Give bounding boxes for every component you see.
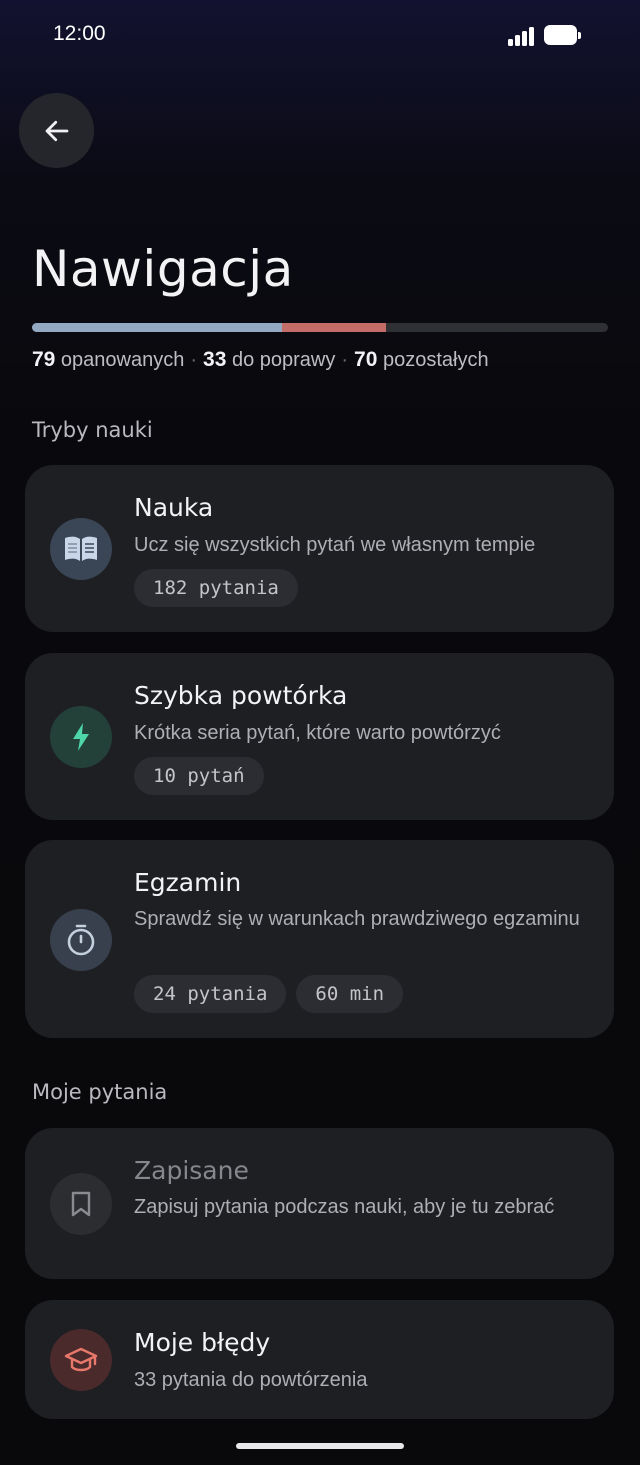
to-improve-label: do poprawy <box>231 349 336 371</box>
my-mistakes-card[interactable]: Moje błędy 33 pytania do powtórzenia <box>25 1300 614 1419</box>
question-count-pill: 10 pytań <box>134 757 264 795</box>
time-limit-pill: 60 min <box>296 975 404 1013</box>
saved-title: Zapisane <box>134 1156 249 1185</box>
remaining-label: pozostałych <box>382 349 489 371</box>
stopwatch-icon <box>50 909 112 971</box>
mastered-label: opanowanych <box>60 349 185 371</box>
bookmark-icon <box>50 1173 112 1235</box>
progress-mastered-segment <box>32 323 283 332</box>
section-title-my-questions: Moje pytania <box>32 1080 168 1104</box>
mode-description: Krótka seria pytań, które warto powtórzy… <box>134 722 501 744</box>
mode-description: Ucz się wszystkich pytań we własnym temp… <box>134 534 536 556</box>
mistakes-title: Moje błędy <box>134 1328 271 1357</box>
book-icon <box>50 518 112 580</box>
home-indicator[interactable] <box>236 1443 404 1449</box>
question-count-pill: 182 pytania <box>134 569 298 607</box>
progress-to-improve-segment <box>282 323 387 332</box>
mode-title: Szybka powtórka <box>134 681 348 710</box>
mode-description: Sprawdź się w warunkach prawdziwego egza… <box>134 908 580 930</box>
mode-card-quick-review[interactable]: Szybka powtórka Krótka seria pytań, któr… <box>25 653 614 820</box>
mastered-count: 79 <box>32 348 56 371</box>
mistakes-description: 33 pytania do powtórzenia <box>134 1369 368 1391</box>
signal-icon <box>508 26 536 46</box>
page-title: Nawigacja <box>32 240 294 298</box>
section-title-study-modes: Tryby nauki <box>32 418 153 442</box>
lightning-icon <box>50 706 112 768</box>
saved-description: Zapisuj pytania podczas nauki, aby je tu… <box>134 1196 555 1218</box>
mode-card-exam[interactable]: Egzamin Sprawdź się w warunkach prawdziw… <box>25 840 614 1038</box>
mode-title: Nauka <box>134 493 214 522</box>
question-count-pill: 24 pytania <box>134 975 287 1013</box>
saved-questions-card[interactable]: Zapisane Zapisuj pytania podczas nauki, … <box>25 1128 614 1279</box>
to-improve-count: 33 <box>203 348 227 371</box>
mode-card-study[interactable]: Nauka Ucz się wszystkich pytań we własny… <box>25 465 614 632</box>
mode-title: Egzamin <box>134 868 242 897</box>
graduation-cap-icon <box>50 1329 112 1391</box>
status-bar: 12:00 <box>0 0 640 70</box>
back-button[interactable] <box>19 93 94 168</box>
progress-bar <box>32 323 608 332</box>
status-time: 12:00 <box>53 22 106 45</box>
progress-stats: 79 opanowanych · 33 do poprawy · 70 pozostał… <box>32 348 489 371</box>
battery-icon <box>544 25 581 45</box>
remaining-count: 70 <box>354 348 378 371</box>
arrow-left-icon <box>45 120 68 141</box>
